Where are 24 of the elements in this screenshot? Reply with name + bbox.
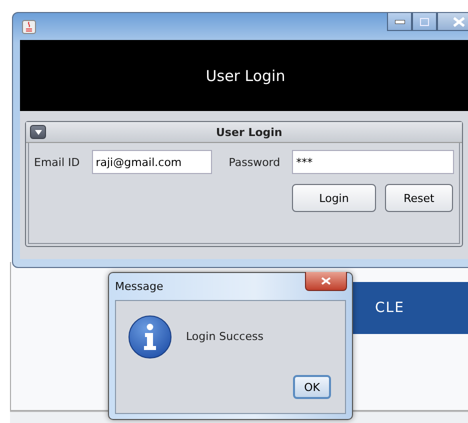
close-button[interactable] [437,13,468,31]
input-field[interactable]: *** [292,150,454,174]
minimize-button[interactable] [387,13,412,31]
panel-title: User Login [216,126,282,138]
dialog-title: Message [115,280,164,293]
header-title: User Login [206,66,286,84]
maximize-button[interactable] [412,13,437,31]
field-label: Email ID [34,156,80,168]
maximize-icon [420,18,429,26]
minimize-icon [394,20,404,24]
login-button[interactable]: Login [292,184,376,212]
logo-text: CLE [375,300,404,316]
dialog-message: Login Success [186,330,264,342]
collapse-toggle[interactable] [30,125,46,139]
app-icon [22,20,36,34]
close-button[interactable] [305,272,347,291]
ok-button[interactable]: OK [293,375,331,399]
reset-button[interactable]: Reset [385,184,453,212]
info-icon [128,315,172,359]
close-icon [321,277,331,285]
field-label: Password [228,156,280,168]
close-icon [453,16,465,26]
caret-icon [34,130,42,134]
input-field[interactable]: raji@gmail.com [92,150,212,174]
